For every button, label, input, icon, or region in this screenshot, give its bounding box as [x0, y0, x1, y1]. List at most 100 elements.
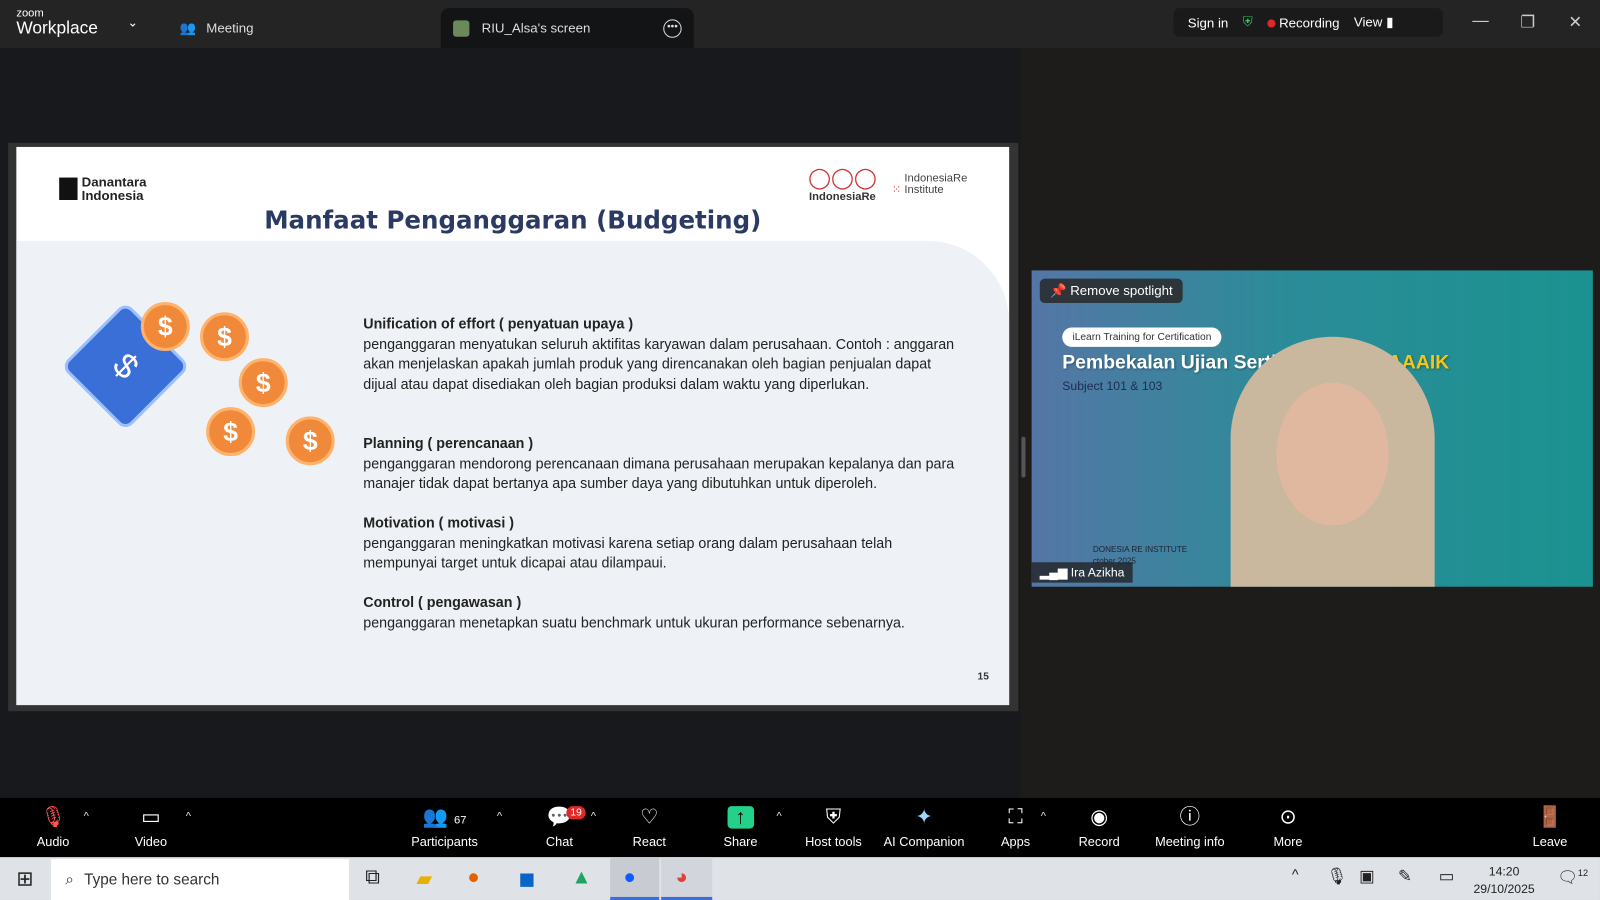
google-drive-icon[interactable]: ▲: [571, 866, 591, 889]
meeting-icon: 👥: [179, 19, 197, 36]
remove-spotlight-button[interactable]: 📌 Remove spotlight: [1039, 278, 1183, 304]
taskbar-zoom[interactable]: ●: [610, 857, 660, 900]
host-tools-button[interactable]: ⛨ Host tools: [805, 806, 862, 849]
microphone-icon[interactable]: 🎙: [1327, 866, 1348, 886]
recording-indicator[interactable]: Recording: [1266, 14, 1340, 31]
view-icon: ▮: [1386, 14, 1394, 30]
section-heading: Unification of effort ( penyatuan upaya …: [363, 315, 634, 332]
top-right-controls: Sign in ⛨ Recording View ▮: [1173, 8, 1443, 37]
coin-icon: $: [238, 358, 288, 408]
button-label: Host tools: [805, 834, 862, 849]
coin-icon: $: [140, 302, 190, 352]
apps-button[interactable]: ⛶ Apps: [1001, 806, 1030, 849]
section-heading: Planning ( perencanaan ): [363, 434, 534, 452]
clock[interactable]: 14:20 29/10/2025: [1473, 863, 1534, 898]
share-button[interactable]: ↑ Share: [723, 806, 758, 849]
section-body: penganggaran menetapkan suatu benchmark …: [363, 613, 905, 631]
button-label: Video: [134, 834, 168, 849]
outlook-icon[interactable]: ◼: [518, 866, 535, 892]
slide-section: Planning ( perencanaan ) penganggaran men…: [363, 434, 965, 494]
display-icon[interactable]: ▣: [1359, 866, 1374, 886]
signal-icon: ▂▄▆: [1039, 565, 1068, 580]
button-label: Audio: [36, 834, 70, 849]
video-camera-icon: ▭: [141, 806, 161, 829]
shared-slide: Danantara Indonesia ◯◯◯ IndonesiaRe ⁙ Ind…: [8, 142, 1019, 712]
coin-icon: $: [206, 407, 256, 457]
time: 14:20: [1488, 864, 1520, 879]
button-label: Chat: [545, 834, 573, 849]
more-options-icon[interactable]: •••: [663, 18, 682, 38]
leave-button[interactable]: 🚪 Leave: [1533, 806, 1568, 849]
section-body: penganggaran mendorong perencanaan diman…: [363, 454, 955, 491]
section-body: penganggaran meningkatkan motivasi karen…: [363, 534, 893, 571]
firefox-icon[interactable]: ●: [467, 866, 479, 889]
slide-section: Control ( pengawasan ) penganggaran menet…: [363, 593, 965, 633]
coin-icon: $: [199, 312, 249, 362]
button-label: React: [632, 834, 666, 849]
audio-button[interactable]: 🎙 Audio: [37, 806, 70, 849]
file-explorer-icon[interactable]: ▰: [416, 866, 432, 892]
title-part: Pembekalan Ujian Serti: [1062, 352, 1277, 374]
heart-icon: ♡: [640, 806, 659, 829]
chat-options-caret[interactable]: ^: [591, 810, 596, 822]
danantara-logo: Danantara Indonesia: [59, 176, 153, 203]
participant-name-tag: ▂▄▆ Ira Azikha: [1031, 562, 1133, 583]
apps-options-caret[interactable]: ^: [1041, 810, 1046, 822]
windows-start-icon[interactable]: ⊞: [16, 866, 33, 892]
tray-expand-icon[interactable]: ^: [1292, 866, 1299, 882]
audio-options-caret[interactable]: ^: [84, 810, 89, 822]
recording-dot-icon: [1266, 18, 1276, 28]
record-button[interactable]: ◉ Record: [1079, 806, 1120, 849]
video-options-caret[interactable]: ^: [186, 810, 191, 822]
view-button[interactable]: View ▮: [1354, 14, 1394, 30]
minimize-icon[interactable]: —: [1472, 12, 1488, 30]
title-bar: zoom Workplace ⌄ 👥 Meeting RIU_Alsa's scre…: [0, 0, 1600, 48]
button-label: Participants: [411, 834, 478, 849]
recording-label: Recording: [1279, 14, 1340, 31]
record-icon: ◉: [1090, 806, 1109, 829]
button-label: Remove spotlight: [1070, 282, 1173, 298]
tab-meeting[interactable]: 👥 Meeting: [180, 8, 254, 48]
participants-options-caret[interactable]: ^: [497, 810, 502, 822]
ai-companion-button[interactable]: ✦ AI Companion: [884, 806, 965, 849]
brand: Workplace: [16, 18, 98, 38]
zoom-logo: zoom Workplace: [16, 8, 98, 37]
notification-icon: 🗨: [1557, 869, 1578, 887]
close-icon[interactable]: ✕: [1568, 12, 1582, 32]
share-arrow-icon: ↑: [727, 806, 754, 829]
pen-icon[interactable]: ✎: [1398, 866, 1412, 886]
more-button[interactable]: ⊙ More: [1273, 806, 1302, 849]
tab-label: RIU_Alsa's screen: [481, 20, 591, 36]
participant-video[interactable]: iLearn Training for Certification Pembek…: [1031, 270, 1593, 587]
button-label: Record: [1078, 834, 1120, 849]
footer-line: DONESIA RE INSTITUTE: [1092, 544, 1188, 555]
search-placeholder: Type here to search: [84, 870, 220, 889]
shield-check-icon[interactable]: ⛨: [1243, 14, 1253, 30]
tab-label: Meeting: [206, 20, 254, 36]
apps-icon: ⛶: [1008, 806, 1023, 829]
react-button[interactable]: ♡ React: [633, 806, 666, 849]
taskbar-chrome[interactable]: ◕: [661, 857, 713, 900]
leave-icon: 🚪: [1537, 806, 1563, 829]
keyboard-icon[interactable]: ▭: [1439, 866, 1454, 886]
sign-in-button[interactable]: Sign in: [1188, 15, 1229, 30]
video-tag: iLearn Training for Certification: [1062, 327, 1222, 347]
button-label: Leave: [1532, 834, 1568, 849]
share-options-caret[interactable]: ^: [777, 810, 782, 822]
slide-section: Motivation ( motivasi ) penganggaran meni…: [363, 513, 965, 573]
video-subtitle: Subject 101 & 103: [1062, 378, 1163, 393]
chevron-down-icon[interactable]: ⌄: [128, 15, 138, 29]
tab-shared-screen[interactable]: RIU_Alsa's screen •••: [440, 8, 694, 48]
indonesiare-institute-logo: ⁙ IndonesiaRe Institute: [892, 173, 986, 196]
more-icon: ⊙: [1279, 806, 1297, 829]
button-label: Share: [723, 834, 758, 849]
taskbar-search[interactable]: ⌕ Type here to search: [51, 859, 349, 900]
restore-icon[interactable]: ❐: [1520, 12, 1535, 32]
resize-handle[interactable]: [1021, 436, 1026, 478]
participants-button[interactable]: 👥 67 Participants: [411, 806, 478, 849]
video-button[interactable]: ▭ Video: [135, 806, 167, 849]
sparkle-icon: ✦: [915, 806, 933, 829]
notifications-button[interactable]: 🗨12: [1557, 867, 1588, 887]
meeting-info-button[interactable]: ⓘ Meeting info: [1155, 806, 1224, 849]
task-view-icon[interactable]: ⧉: [365, 866, 380, 889]
